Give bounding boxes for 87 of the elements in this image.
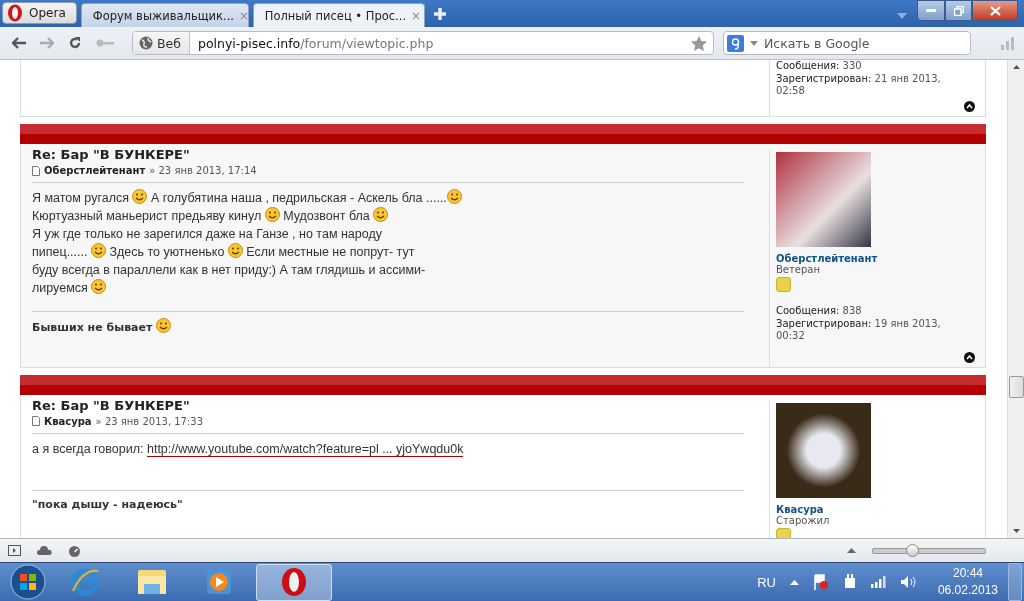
user-rank: Старожил — [776, 514, 831, 526]
post-text: буду всегда в параллели как в нет приду:) А там глядишь и ассими- — [32, 263, 426, 277]
smiley-icon — [227, 243, 243, 258]
language-indicator[interactable]: RU — [757, 574, 776, 590]
scrollbar[interactable] — [1007, 60, 1024, 538]
post-text: а я всегда говорил: — [32, 441, 145, 456]
power-icon[interactable] — [842, 574, 857, 590]
speedometer-icon[interactable] — [68, 544, 81, 557]
restore-button[interactable] — [945, 0, 972, 21]
smiley-icon — [90, 243, 106, 258]
smiley-icon — [156, 318, 172, 333]
caret-up-icon[interactable] — [847, 548, 856, 553]
browser-e-icon[interactable] — [70, 567, 100, 597]
reload-icon[interactable] — [68, 36, 82, 50]
tab-list-caret-icon[interactable] — [897, 13, 907, 19]
post-text: А голубятина наша , педрильская - Аскель бла ...... — [149, 191, 447, 205]
speaker-icon[interactable] — [899, 575, 916, 589]
post-icon[interactable] — [32, 416, 40, 426]
profile-stat: Зарегистрирован: 19 янв 2013, 00:32 — [776, 317, 942, 343]
profile-stat: Сообщения: 838 — [776, 305, 863, 318]
post-text: лируемся — [32, 281, 89, 295]
opera-menu-button[interactable]: Opera — [2, 2, 77, 24]
site-info-button[interactable]: Веб — [133, 32, 190, 54]
profile-stat: Зарегистрирован: 21 янв 2013, 02:58 — [776, 72, 942, 98]
zoom-slider-thumb[interactable] — [906, 543, 920, 557]
signal-icon[interactable] — [870, 576, 886, 588]
post-text: пипец...... — [32, 245, 89, 259]
post-date: » 23 янв 2013, 17:14 — [149, 165, 257, 176]
back-to-top-icon[interactable] — [964, 351, 975, 363]
post-title[interactable]: Re: Бар "В БУНКЕРЕ" — [32, 147, 744, 162]
post-title[interactable]: Re: Бар "В БУНКЕРЕ" — [32, 397, 744, 413]
url-text: polnyi-pisec.info/forum/viewtopic.php — [197, 35, 435, 51]
post-link[interactable]: http://www.youtube.com/watch?feature=pl ... yjoYwqdu0k — [146, 441, 464, 457]
close-icon — [989, 5, 1001, 16]
browser-tab[interactable]: Полный писец • Прос... × — [252, 3, 425, 27]
rank-icon — [776, 277, 791, 292]
post-text: Здесь то уютненько — [108, 245, 226, 259]
opera-icon[interactable] — [281, 567, 307, 597]
smiley-icon — [132, 189, 148, 204]
post-date: » 23 янв 2013, 17:33 — [95, 415, 204, 427]
flag-error-icon[interactable] — [812, 574, 829, 590]
post-author[interactable]: Квасура — [44, 415, 92, 427]
clock[interactable]: 20:44 06.02.2013 — [937, 565, 998, 599]
scroll-down-icon[interactable] — [1012, 529, 1020, 533]
caret-icon[interactable] — [750, 40, 758, 46]
post-text: Кюртуазный маньерист предьяву кинул — [32, 209, 263, 223]
panel-toggle-icon[interactable] — [8, 545, 21, 556]
username-link[interactable]: Квасура — [776, 503, 985, 515]
media-player-icon[interactable] — [206, 569, 232, 595]
post-text: Бывших не бывает — [32, 321, 154, 334]
post-author[interactable]: Оберстлейтенант — [44, 165, 146, 176]
minimize-button[interactable] — [917, 0, 945, 21]
cloud-icon[interactable] — [37, 546, 52, 555]
post-text: "пока дышу - надеюсь" — [32, 497, 183, 511]
back-to-top-icon[interactable] — [964, 101, 975, 112]
post-icon[interactable] — [32, 165, 40, 176]
caret-up-icon[interactable] — [789, 579, 799, 585]
folder-icon[interactable] — [136, 568, 168, 596]
minimize-icon — [926, 8, 936, 13]
signal-icon — [1001, 36, 1016, 50]
browser-tab[interactable]: Форум выживальщик... × — [80, 3, 249, 27]
globe-icon — [139, 36, 153, 50]
post-text: Если местные не попрут- тут — [245, 245, 415, 259]
profile-stat: Сообщения: 330 — [776, 60, 863, 73]
search-engine-icon[interactable] — [727, 34, 744, 52]
post-text: Я матом ругался — [32, 191, 130, 205]
username-link[interactable]: Оберстлейтенант — [776, 253, 985, 264]
back-icon[interactable] — [12, 37, 26, 49]
user-rank: Ветеран — [776, 264, 820, 275]
close-button[interactable] — [972, 0, 1018, 21]
scroll-thumb[interactable] — [1008, 376, 1024, 398]
smiley-icon — [373, 207, 389, 222]
search-field[interactable]: Искать в Google — [764, 33, 970, 53]
start-button[interactable] — [8, 564, 48, 600]
smiley-icon — [91, 279, 107, 294]
search-box[interactable]: Искать в Google — [723, 31, 971, 55]
bookmark-star-icon[interactable] — [691, 35, 707, 51]
scroll-up-icon[interactable] — [1012, 65, 1020, 69]
opera-logo-icon — [7, 4, 23, 22]
restore-icon — [953, 5, 964, 16]
post-text: Я уж где только не зарегился даже на Ганзе , но там народу — [32, 227, 382, 241]
post-text: Мудозвонт бла — [282, 209, 371, 223]
new-tab-icon[interactable] — [432, 7, 447, 21]
address-bar[interactable]: Веб polnyi-pisec.info/forum/viewtopic.php — [132, 31, 714, 55]
zoom-slider[interactable] — [872, 547, 986, 554]
smiley-icon — [264, 207, 280, 222]
smiley-icon — [446, 189, 462, 204]
